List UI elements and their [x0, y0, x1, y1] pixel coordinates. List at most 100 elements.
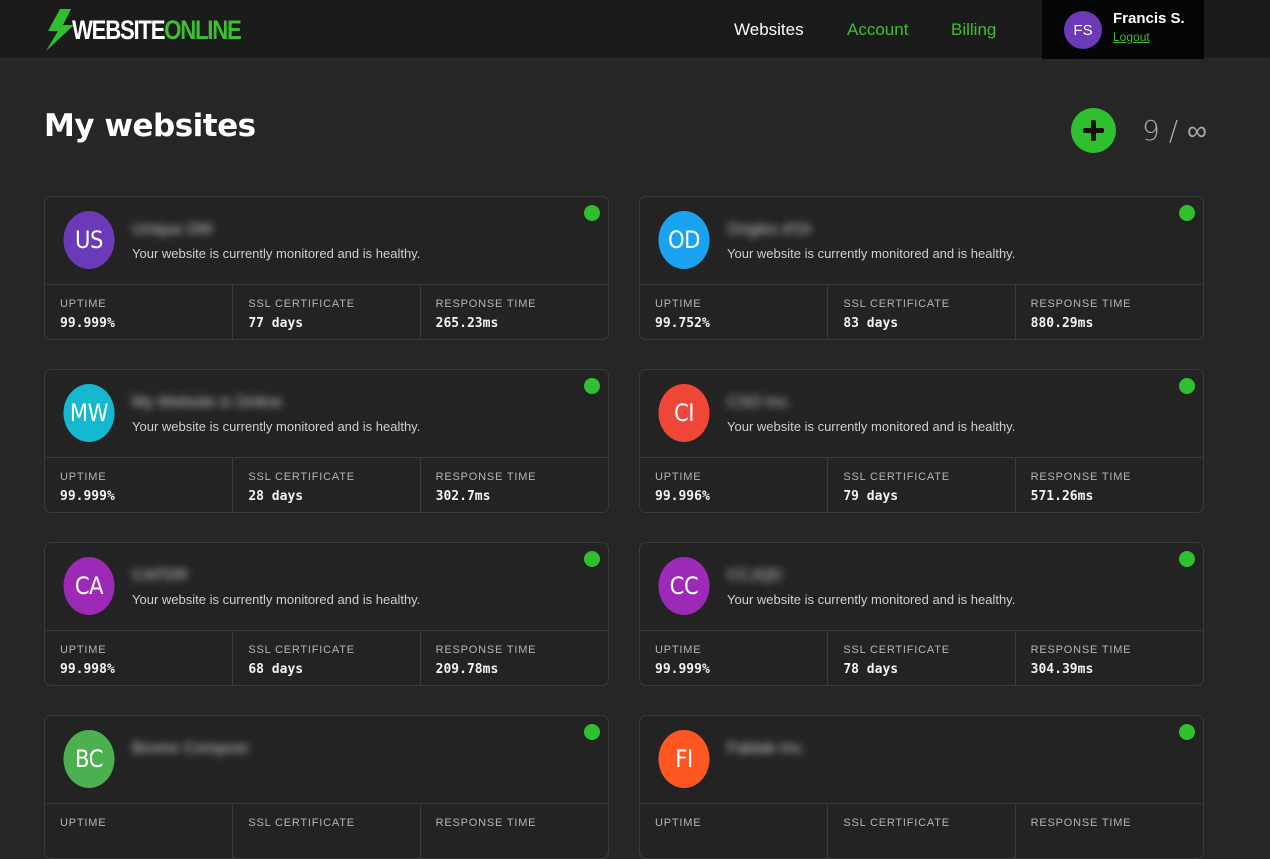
card-stats: UPTIME 99.996% SSL CERTIFICATE 79 days R… — [640, 458, 1203, 512]
card-header: US Unique DM Your website is currently m… — [45, 197, 608, 285]
website-card[interactable]: MW My Website is Online Your website is … — [44, 369, 609, 513]
stat-label: SSL CERTIFICATE — [248, 817, 355, 829]
site-name: Brome Compost — [132, 740, 248, 757]
stat-value: 99.999% — [60, 316, 115, 331]
logout-link[interactable]: Logout — [1113, 30, 1150, 44]
site-name: Unique DM — [132, 221, 213, 238]
logo-text-online: ONLINE — [164, 14, 242, 45]
site-avatar: BC — [63, 730, 115, 788]
stat-value: 78 days — [843, 662, 899, 677]
stat-label: RESPONSE TIME — [1030, 817, 1132, 829]
website-card[interactable]: CI CSO Inc. Your website is currently mo… — [639, 369, 1204, 513]
stat-ssl: SSL CERTIFICATE 78 days — [828, 631, 1016, 685]
site-name: Fablab Inc. — [727, 740, 807, 757]
stat-value: 302.7ms — [435, 489, 491, 504]
card-header: CC CCJQD Your website is currently monit… — [640, 543, 1203, 631]
nav-billing[interactable]: Billing — [951, 20, 996, 40]
stat-ssl: SSL CERTIFICATE 68 days — [233, 631, 421, 685]
stat-label: RESPONSE TIME — [435, 644, 537, 656]
site-avatar: FI — [658, 730, 710, 788]
card-header: CI CSO Inc. Your website is currently mo… — [640, 370, 1203, 458]
website-card[interactable]: FI Fablab Inc. UPTIME SSL CERTIFICATE RE… — [639, 715, 1204, 859]
card-stats: UPTIME 99.999% SSL CERTIFICATE 28 days R… — [45, 458, 608, 512]
stat-uptime: UPTIME 99.998% — [45, 631, 234, 685]
site-status-text: Your website is currently monitored and … — [132, 246, 421, 261]
site-name: CAPDR — [132, 567, 189, 584]
stat-uptime: UPTIME 99.752% — [640, 285, 829, 339]
stat-value: 99.999% — [60, 489, 115, 504]
site-name: CSO Inc. — [727, 394, 792, 411]
card-header: OD Ongles d'Or Your website is currently… — [640, 197, 1203, 285]
stat-value: 79 days — [843, 489, 899, 504]
stat-value: 28 days — [248, 489, 304, 504]
card-header: FI Fablab Inc. — [640, 716, 1203, 804]
status-indicator — [584, 378, 600, 394]
stat-label: UPTIME — [655, 817, 702, 829]
website-card[interactable]: US Unique DM Your website is currently m… — [44, 196, 609, 340]
site-status-text: Your website is currently monitored and … — [132, 592, 421, 607]
card-stats: UPTIME 99.999% SSL CERTIFICATE 77 days R… — [45, 285, 608, 339]
stat-response: RESPONSE TIME 571.26ms — [1016, 458, 1203, 512]
stat-uptime: UPTIME 99.999% — [45, 458, 234, 512]
status-indicator — [1179, 724, 1195, 740]
user-avatar[interactable]: FS — [1064, 11, 1102, 49]
stat-response: RESPONSE TIME — [421, 804, 608, 858]
stat-label: SSL CERTIFICATE — [843, 298, 950, 310]
page-title: My websites — [44, 108, 256, 144]
site-name: My Website is Online — [132, 394, 282, 411]
stat-uptime: UPTIME 99.999% — [640, 631, 829, 685]
stat-label: RESPONSE TIME — [1030, 644, 1132, 656]
logo-text-website: WEBSITE — [72, 14, 165, 45]
stat-response: RESPONSE TIME 209.78ms — [421, 631, 608, 685]
site-avatar: CA — [63, 557, 115, 615]
stat-response: RESPONSE TIME — [1016, 804, 1203, 858]
stat-label: RESPONSE TIME — [1030, 298, 1132, 310]
stat-label: SSL CERTIFICATE — [248, 298, 355, 310]
stat-uptime: UPTIME 99.996% — [640, 458, 829, 512]
site-avatar: OD — [658, 211, 710, 269]
site-status-text: Your website is currently monitored and … — [727, 419, 1016, 434]
site-status-text: Your website is currently monitored and … — [727, 592, 1016, 607]
user-name: Francis S. — [1113, 10, 1185, 27]
stat-uptime: UPTIME — [45, 804, 234, 858]
stat-label: UPTIME — [655, 644, 702, 656]
website-card[interactable]: OD Ongles d'Or Your website is currently… — [639, 196, 1204, 340]
stat-response: RESPONSE TIME 880.29ms — [1016, 285, 1203, 339]
stat-uptime: UPTIME 99.999% — [45, 285, 234, 339]
status-indicator — [1179, 378, 1195, 394]
stat-label: UPTIME — [655, 298, 702, 310]
stat-value: 265.23ms — [435, 316, 499, 331]
stat-label: SSL CERTIFICATE — [843, 471, 950, 483]
stat-label: UPTIME — [655, 471, 702, 483]
nav-websites[interactable]: Websites — [734, 20, 804, 40]
add-website-button[interactable] — [1071, 108, 1116, 153]
site-name: Ongles d'Or — [727, 221, 812, 238]
stat-label: RESPONSE TIME — [435, 817, 537, 829]
stat-value: 99.998% — [60, 662, 115, 677]
stat-label: UPTIME — [60, 298, 107, 310]
card-header: BC Brome Compost — [45, 716, 608, 804]
stat-value: 99.996% — [655, 489, 710, 504]
stat-ssl: SSL CERTIFICATE — [233, 804, 421, 858]
stat-value: 209.78ms — [435, 662, 499, 677]
stat-value: 880.29ms — [1030, 316, 1094, 331]
website-card[interactable]: CA CAPDR Your website is currently monit… — [44, 542, 609, 686]
card-stats: UPTIME 99.752% SSL CERTIFICATE 83 days R… — [640, 285, 1203, 339]
card-stats: UPTIME SSL CERTIFICATE RESPONSE TIME — [640, 804, 1203, 858]
status-indicator — [1179, 551, 1195, 567]
stat-value: 99.999% — [655, 662, 710, 677]
logo[interactable]: WEBSITEONLINE — [44, 9, 278, 51]
website-card[interactable]: BC Brome Compost UPTIME SSL CERTIFICATE … — [44, 715, 609, 859]
stat-label: SSL CERTIFICATE — [248, 644, 355, 656]
card-stats: UPTIME SSL CERTIFICATE RESPONSE TIME — [45, 804, 608, 858]
stat-value: 571.26ms — [1030, 489, 1094, 504]
website-count: 9 / ∞ — [1142, 114, 1208, 147]
site-name: CCJQD — [727, 567, 783, 584]
status-indicator — [584, 205, 600, 221]
site-status-text: Your website is currently monitored and … — [132, 419, 421, 434]
nav-account[interactable]: Account — [847, 20, 908, 40]
stat-label: SSL CERTIFICATE — [843, 817, 950, 829]
website-card[interactable]: CC CCJQD Your website is currently monit… — [639, 542, 1204, 686]
stat-label: RESPONSE TIME — [435, 471, 537, 483]
site-status-text: Your website is currently monitored and … — [727, 246, 1016, 261]
